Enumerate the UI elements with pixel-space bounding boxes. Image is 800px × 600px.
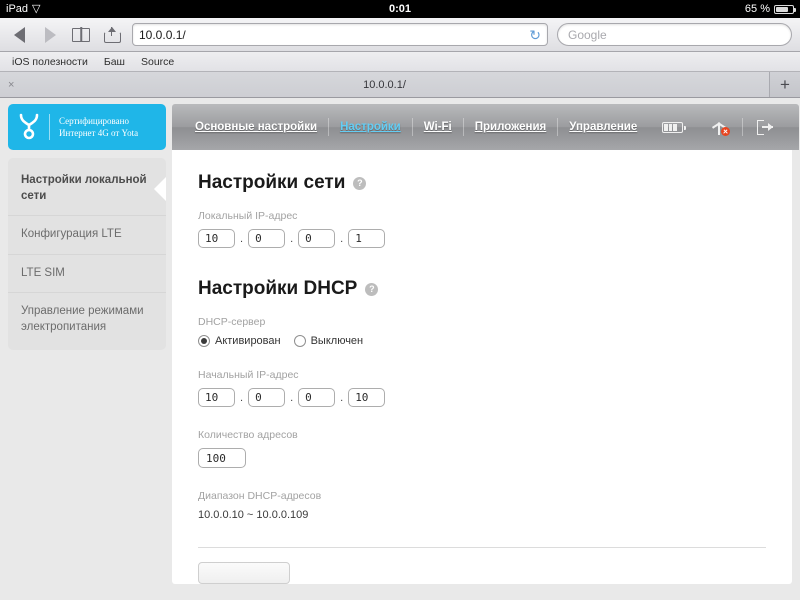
close-icon[interactable]: × bbox=[8, 79, 14, 91]
router-sidebar: Настройки локальной сети Конфигурация LT… bbox=[8, 158, 166, 351]
search-input[interactable]: Google bbox=[557, 23, 792, 46]
help-icon[interactable]: ? bbox=[353, 176, 367, 190]
logout-icon[interactable] bbox=[743, 119, 787, 135]
browser-tab-title: 10.0.0.1/ bbox=[363, 78, 406, 91]
sidebar-item-lte-config[interactable]: Конфигурация LTE bbox=[8, 216, 166, 255]
safari-toolbar: 10.0.0.1/ ↻ Google bbox=[0, 18, 800, 52]
dhcp-radio-enabled-label: Активирован bbox=[215, 335, 281, 347]
nav-item-management[interactable]: Управление bbox=[558, 121, 648, 133]
wifi-icon: ▽ bbox=[32, 2, 41, 15]
book-icon[interactable] bbox=[70, 24, 92, 46]
radio-selected-icon[interactable] bbox=[198, 335, 210, 347]
forward-arrow-icon[interactable] bbox=[39, 24, 61, 46]
ip-separator: . bbox=[290, 391, 294, 404]
router-navbar: Основные настройки Настройки Wi-Fi Прило… bbox=[172, 104, 800, 150]
address-bar-value: 10.0.0.1/ bbox=[139, 27, 186, 42]
ip-separator: . bbox=[340, 391, 344, 404]
dhcp-radio-enabled[interactable]: Активирован bbox=[198, 335, 281, 347]
start-ip-input-group: 10 . 0 . 0 . 10 bbox=[198, 388, 766, 407]
router-body: Настройки локальной сети Конфигурация LT… bbox=[0, 150, 800, 584]
page-viewport: Сертифицировано Интернет 4G от Yota Осно… bbox=[0, 98, 800, 600]
logo-text: Сертифицировано Интернет 4G от Yota bbox=[59, 115, 138, 139]
bookmark-item[interactable]: Source bbox=[141, 56, 174, 68]
dhcp-radio-disabled-label: Выключен bbox=[310, 335, 364, 347]
router-header: Сертифицировано Интернет 4G от Yota Осно… bbox=[0, 98, 800, 150]
logo-line-1: Сертифицировано bbox=[59, 115, 129, 126]
ip-separator: . bbox=[240, 232, 244, 245]
bookmarks-bar: iOS полезности Баш Source bbox=[0, 52, 800, 72]
nav-item-settings[interactable]: Настройки bbox=[329, 121, 412, 133]
radio-unselected-icon[interactable] bbox=[293, 335, 306, 347]
bookmark-item[interactable]: Баш bbox=[104, 56, 125, 68]
dhcp-settings-title: Настройки DHCP ? bbox=[198, 278, 766, 300]
dhcp-settings-title-text: Настройки DHCP bbox=[198, 278, 358, 299]
start-ip-octet-4[interactable]: 10 bbox=[348, 388, 386, 407]
help-icon[interactable]: ? bbox=[365, 282, 379, 296]
apply-button[interactable] bbox=[198, 562, 290, 584]
dhcp-range-label: Диапазон DHCP-адресов bbox=[198, 490, 322, 502]
dhcp-radio-disabled[interactable]: Выключен bbox=[293, 335, 364, 347]
dhcp-range-value: 10.0.0.10 ~ 10.0.0.109 bbox=[198, 509, 309, 521]
yota-logo: Сертифицировано Интернет 4G от Yota bbox=[8, 104, 166, 150]
status-bar-right: 65 % bbox=[744, 3, 796, 15]
network-settings-title-text: Настройки сети bbox=[198, 172, 346, 193]
local-ip-octet-4[interactable]: 1 bbox=[348, 229, 386, 248]
ios-status-bar: iPad ▽ 0:01 65 % bbox=[0, 0, 800, 18]
dhcp-server-radio-group: Активирован Выключен bbox=[198, 335, 766, 347]
yota-logo-icon bbox=[18, 113, 40, 141]
local-ip-label: Локальный IP-адрес bbox=[198, 210, 298, 222]
local-ip-input-group: 10 . 0 . 0 . 1 bbox=[198, 229, 766, 248]
start-ip-octet-1[interactable]: 10 bbox=[198, 388, 235, 407]
local-ip-octet-1[interactable]: 10 bbox=[198, 229, 235, 248]
status-bar-clock: 0:01 bbox=[388, 3, 412, 15]
browser-tab[interactable]: × 10.0.0.1/ bbox=[0, 72, 770, 97]
sidebar-item-lte-sim[interactable]: LTE SIM bbox=[8, 255, 166, 294]
bookmark-item[interactable]: iOS полезности bbox=[12, 56, 88, 68]
start-ip-octet-2[interactable]: 0 bbox=[248, 388, 286, 407]
ip-separator: . bbox=[290, 232, 294, 245]
settings-content-panel: Настройки сети ? Локальный IP-адрес 10 .… bbox=[172, 150, 792, 584]
section-divider bbox=[198, 547, 766, 548]
logo-line-2: Интернет 4G от Yota bbox=[59, 128, 139, 138]
reload-icon[interactable]: ↻ bbox=[529, 28, 541, 42]
ip-separator: . bbox=[340, 232, 344, 245]
logo-divider bbox=[49, 114, 50, 140]
device-name: iPad bbox=[6, 3, 29, 15]
nav-item-basic-settings[interactable]: Основные настройки bbox=[184, 121, 328, 133]
ip-separator: . bbox=[240, 391, 244, 404]
start-ip-label: Начальный IP-адрес bbox=[198, 369, 299, 381]
start-ip-octet-3[interactable]: 0 bbox=[298, 388, 336, 407]
address-count-label: Количество адресов bbox=[198, 429, 298, 441]
battery-percent-label: 65 % bbox=[744, 3, 770, 15]
battery-icon bbox=[774, 4, 796, 14]
back-arrow-icon[interactable] bbox=[8, 24, 30, 46]
network-settings-title: Настройки сети ? bbox=[198, 172, 766, 194]
status-bar-left: iPad ▽ bbox=[6, 3, 41, 15]
signal-error-icon[interactable] bbox=[697, 120, 742, 136]
sidebar-item-lan-settings[interactable]: Настройки локальной сети bbox=[8, 162, 166, 217]
new-tab-button[interactable]: + bbox=[770, 72, 800, 97]
nav-item-wifi[interactable]: Wi-Fi bbox=[413, 121, 463, 133]
navbar-icons bbox=[648, 118, 787, 136]
nav-item-applications[interactable]: Приложения bbox=[464, 121, 558, 133]
dhcp-server-label: DHCP-сервер bbox=[198, 316, 266, 328]
local-ip-octet-3[interactable]: 0 bbox=[298, 229, 336, 248]
tab-bar: × 10.0.0.1/ + bbox=[0, 72, 800, 98]
search-placeholder: Google bbox=[568, 27, 607, 42]
share-icon[interactable] bbox=[101, 24, 123, 46]
address-count-input[interactable]: 100 bbox=[198, 448, 246, 468]
address-bar[interactable]: 10.0.0.1/ ↻ bbox=[132, 23, 548, 46]
local-ip-octet-2[interactable]: 0 bbox=[248, 229, 286, 248]
battery-icon[interactable] bbox=[648, 121, 697, 133]
sidebar-item-power-management[interactable]: Управление режимами электропитания bbox=[8, 293, 166, 346]
